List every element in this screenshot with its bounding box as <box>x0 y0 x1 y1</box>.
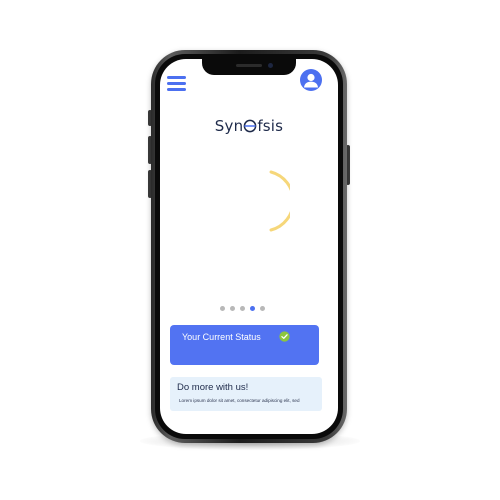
brand-suffix: fsis <box>257 117 284 135</box>
brand-logo: Syn fsis <box>160 117 338 135</box>
loading-arc-spinner <box>269 170 290 232</box>
pagination-dot-5[interactable] <box>260 306 265 311</box>
promo-title: Do more with us! <box>177 382 249 393</box>
pagination-dot-2[interactable] <box>230 306 235 311</box>
promo-body-text: Lorem ipsum dolor sit amet, consectetur … <box>179 398 300 403</box>
current-status-card[interactable]: Your Current Status <box>170 325 319 365</box>
status-card-label: Your Current Status <box>182 332 261 342</box>
pagination-dot-1[interactable] <box>220 306 225 311</box>
no-sign-logo-icon <box>243 119 257 133</box>
profile-avatar-button[interactable] <box>300 69 322 91</box>
carousel-pagination <box>218 306 278 312</box>
menu-bar-middle <box>167 82 186 85</box>
pagination-dot-3[interactable] <box>240 306 245 311</box>
brand-prefix: Syn <box>214 117 244 135</box>
app-screen: Syn fsis Your Current Status Do more wit… <box>160 59 338 434</box>
front-camera <box>268 63 273 68</box>
promo-card[interactable]: Do more with us! Lorem ipsum dolor sit a… <box>170 377 322 411</box>
hamburger-menu-icon[interactable] <box>167 74 187 91</box>
pagination-dot-active[interactable] <box>250 306 255 311</box>
menu-bar-bottom <box>167 88 186 91</box>
user-avatar-icon <box>304 73 318 88</box>
menu-bar-top <box>167 76 186 79</box>
earpiece-speaker <box>236 64 262 67</box>
phone-notch <box>202 59 296 75</box>
check-circle-icon <box>279 331 290 342</box>
